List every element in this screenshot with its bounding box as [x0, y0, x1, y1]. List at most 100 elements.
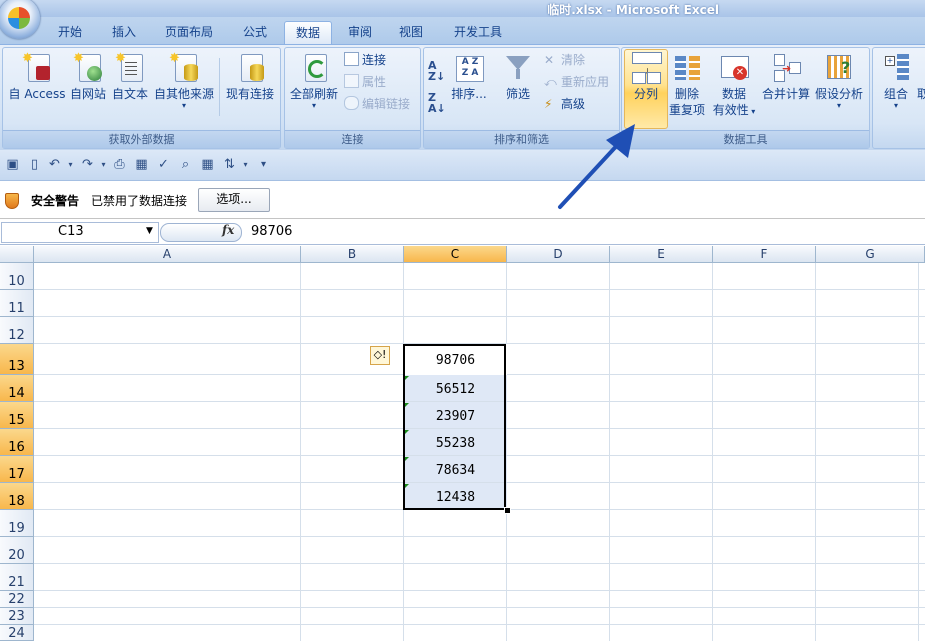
print-icon[interactable]: ⎙: [112, 157, 127, 172]
insert-function-icon[interactable]: fx: [222, 223, 234, 237]
row-header-19[interactable]: 19: [0, 510, 34, 537]
tab-home[interactable]: 开始: [48, 21, 92, 44]
sort-icon: A ZZ A: [454, 52, 484, 84]
gridline: [34, 563, 925, 564]
tab-insert[interactable]: 插入: [102, 21, 146, 44]
split-columns-icon: ↓: [631, 52, 662, 84]
options-button[interactable]: 选项...: [198, 188, 270, 212]
database-icon: ✸: [169, 52, 199, 84]
properties-label: 属性: [362, 75, 387, 89]
row-header-20[interactable]: 20: [0, 537, 34, 564]
tab-page-layout[interactable]: 页面布局: [155, 21, 223, 44]
row-header-13[interactable]: 13: [0, 344, 34, 375]
tab-review[interactable]: 审阅: [338, 21, 382, 44]
window-title: 临时.xlsx - Microsoft Excel: [547, 3, 719, 17]
from-other-sources-label: 自其他来源: [153, 87, 214, 101]
select-all-corner[interactable]: [0, 246, 34, 263]
tab-formulas[interactable]: 公式: [233, 21, 277, 44]
row-header-18[interactable]: 18: [0, 483, 34, 510]
group-label: 获取外部数据: [3, 130, 280, 148]
from-web-button[interactable]: ✸ 自网站: [68, 52, 108, 102]
redo-dropdown-icon[interactable]: ▾: [96, 157, 111, 172]
sort-z-to-a-icon[interactable]: Z A↓: [428, 92, 446, 114]
remove-duplicates-button[interactable]: 删除 重复项: [668, 52, 706, 118]
from-access-button[interactable]: ✸ 自 Access: [8, 52, 66, 102]
reapply-icon: ⤺: [544, 75, 557, 89]
clear-filter-icon: ✕: [544, 53, 555, 67]
row-header-15[interactable]: 15: [0, 402, 34, 429]
link-icon: [344, 96, 359, 110]
customize-toolbar-icon[interactable]: ▾: [256, 157, 271, 172]
sort-button[interactable]: A ZZ A 排序...: [450, 52, 488, 102]
consolidate-button[interactable]: ➜ 合并计算: [760, 52, 812, 102]
print-preview-icon[interactable]: ⌕: [178, 157, 193, 172]
column-header-e[interactable]: E: [610, 246, 713, 263]
borders-icon[interactable]: ▦: [200, 157, 215, 172]
customize-dropdown-icon[interactable]: ▾: [238, 157, 253, 172]
from-text-button[interactable]: ✸ 自文本: [110, 52, 150, 102]
column-header-g[interactable]: G: [816, 246, 925, 263]
row-header-17[interactable]: 17: [0, 456, 34, 483]
row-header-21[interactable]: 21: [0, 564, 34, 591]
what-if-analysis-button[interactable]: ? 假设分析 ▾: [812, 52, 866, 110]
reapply-button[interactable]: ⤺ 重新应用: [544, 74, 609, 90]
column-header-d[interactable]: D: [507, 246, 610, 263]
row-header-12[interactable]: 12: [0, 317, 34, 344]
new-document-icon[interactable]: ▯: [27, 157, 42, 172]
fill-handle[interactable]: [504, 507, 511, 514]
properties-button[interactable]: 属性: [344, 74, 386, 90]
consolidate-icon: ➜: [771, 52, 801, 84]
save-icon[interactable]: ▣: [5, 157, 20, 172]
redo-icon[interactable]: ↷: [80, 157, 95, 172]
edit-links-label: 编辑链接: [362, 97, 411, 111]
properties-icon: [344, 74, 359, 88]
formula-input[interactable]: 98706: [251, 224, 292, 239]
gridline: [34, 316, 925, 317]
from-text-label: 自文本: [111, 87, 148, 101]
clear-button[interactable]: ✕ 清除: [544, 52, 585, 68]
row-header-22[interactable]: 22: [0, 591, 34, 608]
spelling-icon[interactable]: ✓: [156, 157, 171, 172]
column-header-c[interactable]: C: [404, 246, 507, 263]
office-logo-icon: [8, 7, 30, 29]
text-file-icon: ✸: [115, 52, 145, 84]
shield-icon: [5, 193, 19, 209]
row-header-24[interactable]: 24: [0, 625, 34, 641]
row-header-14[interactable]: 14: [0, 375, 34, 402]
row-header-10[interactable]: 10: [0, 263, 34, 290]
connections-icon: [344, 52, 359, 66]
name-box-dropdown-icon[interactable]: ▼: [146, 226, 153, 236]
text-to-columns-content[interactable]: ↓ 分列: [624, 52, 668, 102]
group-label: 连接: [285, 130, 420, 148]
ungroup-button[interactable]: 取: [917, 52, 925, 102]
column-header-b[interactable]: B: [301, 246, 404, 263]
gridline: [34, 289, 925, 290]
row-header-11[interactable]: 11: [0, 290, 34, 317]
from-other-sources-button[interactable]: ✸ 自其他来源 ▾: [152, 52, 216, 110]
group-label-text: 组合: [883, 87, 908, 101]
group-button[interactable]: + 组合 ▾: [878, 52, 914, 110]
column-header-a[interactable]: A: [34, 246, 301, 263]
row-header-16[interactable]: 16: [0, 429, 34, 456]
data-validation-button[interactable]: ✕ 数据 有效性 ▾: [710, 52, 758, 120]
security-warning-message: 已禁用了数据连接: [91, 194, 188, 208]
calculator-icon[interactable]: ▦: [134, 157, 149, 172]
row-header-23[interactable]: 23: [0, 608, 34, 625]
undo-icon[interactable]: ↶: [47, 157, 62, 172]
gridline: [609, 263, 610, 641]
connections-button[interactable]: 连接: [344, 52, 386, 68]
sort-icon-qat[interactable]: ⇅: [222, 157, 237, 172]
tab-developer[interactable]: 开发工具: [443, 21, 513, 44]
edit-links-button[interactable]: 编辑链接: [344, 96, 410, 112]
gridline: [34, 536, 925, 537]
filter-label: 筛选: [505, 87, 530, 101]
sort-a-to-z-icon[interactable]: A Z↓: [428, 60, 445, 82]
undo-dropdown-icon[interactable]: ▾: [63, 157, 78, 172]
error-warning-icon[interactable]: ◇!: [370, 346, 390, 365]
filter-button[interactable]: 筛选: [500, 52, 536, 102]
column-header-f[interactable]: F: [713, 246, 816, 263]
existing-connections-button[interactable]: 现有连接: [224, 52, 276, 102]
refresh-all-button[interactable]: 全部刷新 ▾: [288, 52, 340, 110]
tab-data[interactable]: 数据: [284, 21, 332, 46]
tab-view[interactable]: 视图: [389, 21, 433, 44]
